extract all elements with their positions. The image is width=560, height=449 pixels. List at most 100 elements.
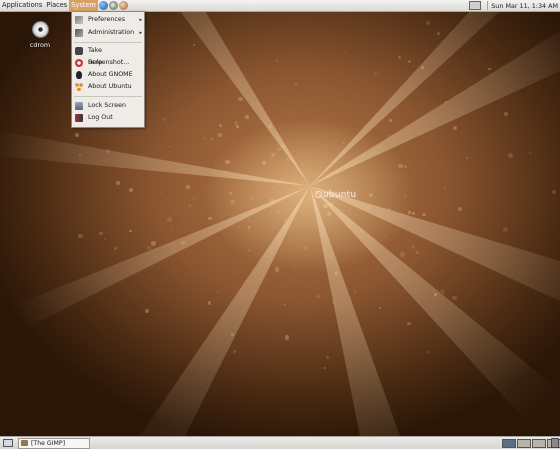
menu-item-label: Administration	[88, 29, 135, 36]
sparkle	[99, 231, 103, 236]
sparkle	[248, 249, 250, 252]
sparkle	[347, 224, 350, 228]
browser-icon[interactable]	[98, 1, 108, 10]
bottom-panel: [The GIMP]	[0, 436, 560, 449]
sparkle	[528, 151, 531, 154]
sparkle	[230, 199, 235, 204]
sparkle	[359, 229, 363, 233]
preferences-icon	[75, 16, 83, 24]
menu-item-about-gnome[interactable]: About GNOME	[72, 69, 144, 81]
sparkle	[398, 163, 403, 169]
sparkle	[325, 355, 329, 359]
menu-item-label: Help	[88, 59, 103, 66]
panel-separator	[487, 1, 489, 10]
trash-icon[interactable]	[551, 438, 559, 448]
menu-item-label: Log Out	[88, 114, 113, 121]
sparkle	[78, 233, 83, 239]
menu-item-log-out[interactable]: Log Out	[72, 112, 144, 124]
workspace-2[interactable]	[517, 439, 531, 448]
sparkle	[167, 216, 172, 222]
sparkle	[389, 119, 392, 122]
sparkle	[283, 217, 288, 222]
sparkle	[248, 226, 251, 229]
network-icon[interactable]	[469, 1, 482, 10]
logout-icon	[75, 114, 83, 122]
sparkle	[239, 226, 241, 228]
submenu-arrow-icon: ▸	[139, 17, 142, 23]
sparkle	[365, 206, 368, 208]
sparkle	[294, 207, 296, 209]
sparkle	[334, 270, 339, 275]
sparkle	[277, 147, 282, 151]
sparkle	[268, 123, 273, 128]
sparkle	[274, 267, 280, 272]
mail-icon[interactable]	[108, 1, 118, 10]
sparkle	[379, 306, 382, 309]
menu-item-lock-screen[interactable]: Lock Screen	[72, 100, 144, 112]
help-icon[interactable]	[118, 1, 128, 10]
sparkle	[426, 350, 430, 354]
sparkle	[410, 244, 415, 249]
sparkle	[114, 246, 117, 250]
administration-icon	[75, 29, 83, 37]
sparkle	[285, 367, 287, 369]
top-panel-right: Sun Mar 11, 1:34 AM	[469, 0, 560, 11]
menu-item-label: About Ubuntu	[88, 83, 132, 90]
sparkle	[407, 322, 411, 326]
menu-item-label: Preferences	[88, 16, 126, 23]
sparkle	[129, 229, 132, 233]
menu-system[interactable]: System	[69, 0, 98, 11]
workspace-3[interactable]	[532, 439, 546, 448]
sparkle	[373, 71, 377, 75]
sparkle	[277, 161, 281, 165]
clock[interactable]: Sun Mar 11, 1:34 AM	[491, 2, 560, 10]
menu-separator	[74, 42, 142, 43]
menu-item-label: About GNOME	[88, 71, 133, 78]
taskbar-button-gimp[interactable]: [The GIMP]	[18, 438, 90, 449]
sparkle	[323, 203, 328, 209]
menu-applications[interactable]: Applications	[0, 0, 44, 11]
sparkle	[219, 124, 222, 127]
ubuntu-icon	[75, 83, 83, 91]
sparkle	[403, 165, 407, 168]
sparkle	[168, 145, 170, 148]
sparkle	[228, 191, 232, 195]
menu-places[interactable]: Places	[44, 0, 69, 11]
sparkle	[224, 131, 226, 133]
gimp-icon	[21, 440, 28, 446]
help-icon	[75, 59, 83, 67]
sparkle	[452, 125, 457, 130]
sparkle	[116, 181, 120, 185]
menu-item-help[interactable]: Help	[72, 57, 144, 69]
menu-item-label: Lock Screen	[88, 102, 127, 109]
menu-item-take-screenshot[interactable]: Take Screenshot...	[72, 45, 144, 66]
show-desktop-icon[interactable]	[3, 439, 13, 447]
sparkle	[408, 211, 411, 214]
menu-item-about-ubuntu[interactable]: About Ubuntu	[72, 81, 144, 93]
sparkle	[437, 32, 440, 35]
sparkle	[276, 210, 280, 214]
taskbar-button-label: [The GIMP]	[31, 440, 65, 447]
workspace-1[interactable]	[502, 439, 516, 448]
sparkle	[171, 225, 173, 227]
menu-item-preferences[interactable]: Preferences ▸	[72, 14, 144, 26]
sparkle	[458, 207, 462, 212]
sparkle	[162, 117, 166, 121]
submenu-arrow-icon: ▸	[139, 30, 142, 36]
menu-item-administration[interactable]: Administration ▸	[72, 27, 144, 39]
menu-separator	[74, 96, 142, 97]
desktop-icon-cdrom[interactable]: cdrom	[25, 21, 55, 49]
sparkle	[74, 133, 79, 137]
sparkle	[231, 332, 234, 336]
sparkle	[244, 280, 247, 282]
sparkle	[503, 112, 508, 117]
sparkle	[397, 56, 401, 60]
sparkle	[303, 246, 308, 250]
gnome-icon	[76, 71, 82, 79]
sparkle	[224, 170, 228, 173]
sparkle	[294, 112, 296, 114]
sparkle	[272, 187, 275, 190]
cdrom-icon	[31, 21, 49, 38]
sparkle	[416, 251, 419, 254]
sparkle	[552, 190, 556, 194]
